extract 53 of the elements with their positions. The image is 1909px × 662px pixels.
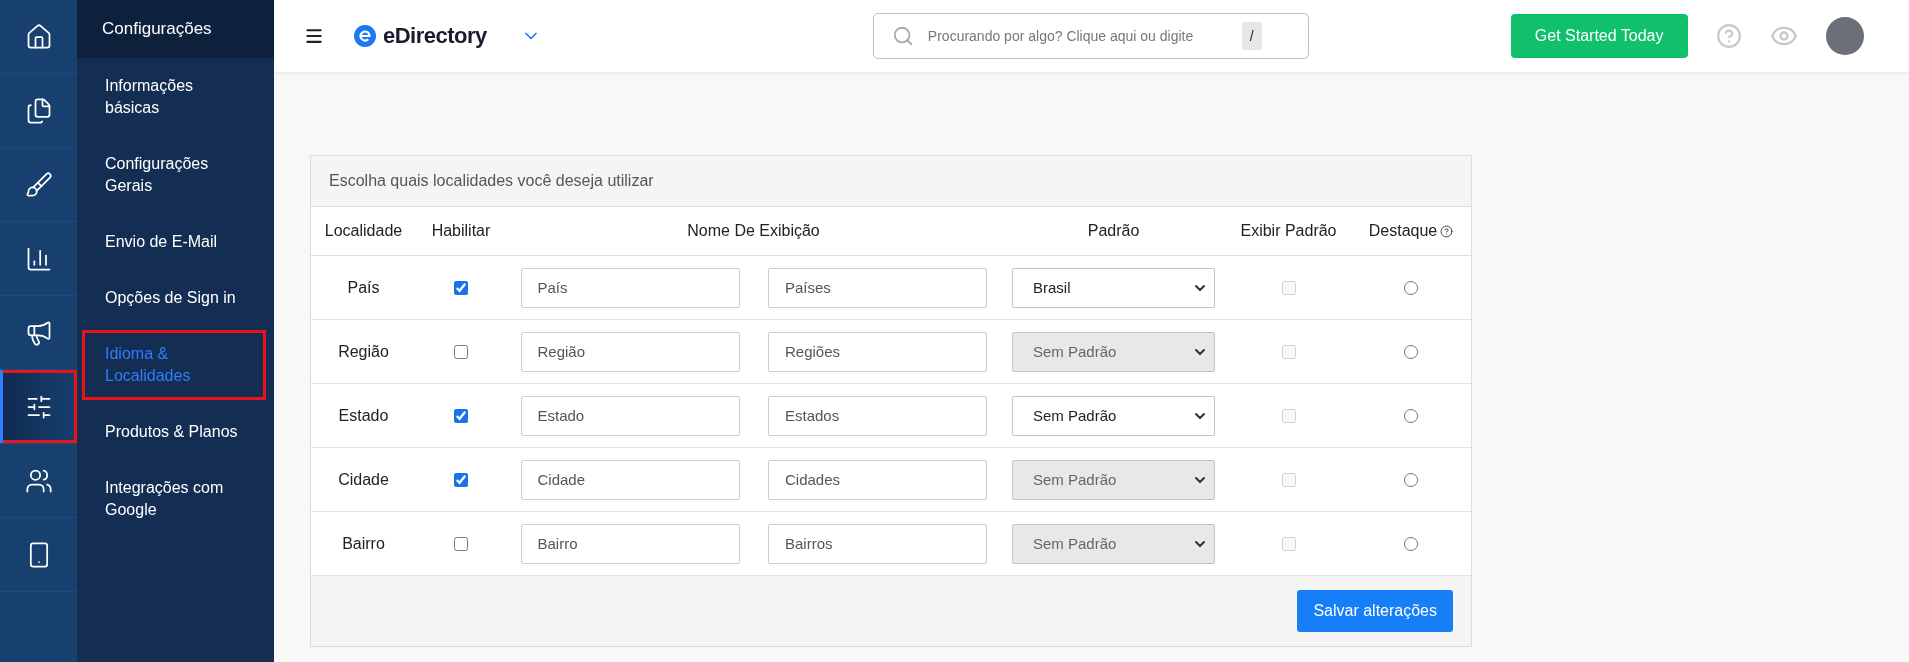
search-bar[interactable]: Procurando por algo? Clique aqui ou digite / bbox=[872, 13, 1309, 59]
singular-name-input[interactable]: Bairro bbox=[520, 523, 740, 564]
enable-checkbox[interactable] bbox=[454, 344, 468, 359]
submenu-item[interactable]: Produtos & Planos bbox=[82, 408, 266, 456]
singular-name-input[interactable]: Cidade bbox=[520, 459, 740, 500]
submenu-item[interactable]: Idioma & Localidades bbox=[82, 330, 266, 400]
help-icon[interactable] bbox=[1440, 224, 1454, 238]
save-button[interactable]: Salvar alterações bbox=[1297, 590, 1453, 632]
enable-checkbox[interactable] bbox=[454, 408, 468, 423]
card-title: Escolha quais localidades você deseja utilizar bbox=[311, 156, 1471, 207]
shortcut-key: / bbox=[1241, 22, 1262, 50]
submenu-item[interactable]: Opções de Sign in bbox=[82, 274, 266, 322]
featured-radio[interactable] bbox=[1404, 280, 1418, 295]
enable-checkbox[interactable] bbox=[454, 536, 468, 551]
submenu-title: Configurações bbox=[77, 0, 274, 58]
location-label: Bairro bbox=[342, 534, 385, 553]
plural-name-input[interactable]: Regiões bbox=[768, 331, 987, 372]
plural-name-input[interactable]: Estados bbox=[768, 395, 987, 436]
plural-name-input[interactable]: Países bbox=[768, 267, 987, 308]
submenu-item[interactable]: Informações básicas bbox=[82, 62, 266, 132]
singular-name-input[interactable]: País bbox=[520, 267, 740, 308]
featured-radio[interactable] bbox=[1404, 472, 1418, 487]
column-header: Padrão bbox=[1087, 222, 1140, 240]
default-select[interactable]: Sem Padrão bbox=[1012, 395, 1215, 436]
submenu-item[interactable]: Integrações com Google bbox=[82, 464, 266, 534]
singular-name-input[interactable]: Região bbox=[520, 331, 740, 372]
location-label: País bbox=[347, 278, 380, 297]
location-label: Cidade bbox=[338, 470, 389, 489]
brand-name: eDirectory bbox=[383, 23, 487, 49]
plural-name-input[interactable]: Cidades bbox=[768, 459, 987, 500]
singular-name-input[interactable]: Estado bbox=[520, 395, 740, 436]
submenu-item[interactable]: Configurações Gerais bbox=[82, 140, 266, 210]
location-label: Estado bbox=[338, 406, 389, 425]
default-select[interactable]: Brasil bbox=[1012, 267, 1215, 308]
column-header: Habilitar bbox=[431, 222, 491, 240]
column-header: Localidade bbox=[324, 222, 403, 240]
search-icon bbox=[891, 25, 914, 47]
column-header: Destaque bbox=[1368, 222, 1454, 240]
plural-name-input[interactable]: Bairros bbox=[768, 523, 987, 564]
rail-item[interactable] bbox=[0, 370, 77, 444]
menu-icon[interactable] bbox=[304, 26, 324, 46]
submenu-item[interactable]: Envio de E-Mail bbox=[82, 218, 266, 266]
brush-icon bbox=[24, 170, 53, 199]
enable-checkbox[interactable] bbox=[454, 280, 468, 295]
column-header: Exibir Padrão bbox=[1240, 222, 1337, 240]
enable-checkbox[interactable] bbox=[454, 472, 468, 487]
featured-radio[interactable] bbox=[1404, 536, 1418, 551]
column-header: Nome De Exibição bbox=[687, 222, 820, 240]
avatar[interactable] bbox=[1825, 17, 1864, 55]
location-label: Região bbox=[338, 342, 389, 361]
featured-radio[interactable] bbox=[1404, 408, 1418, 423]
logo-icon bbox=[354, 25, 376, 47]
featured-radio[interactable] bbox=[1404, 344, 1418, 359]
